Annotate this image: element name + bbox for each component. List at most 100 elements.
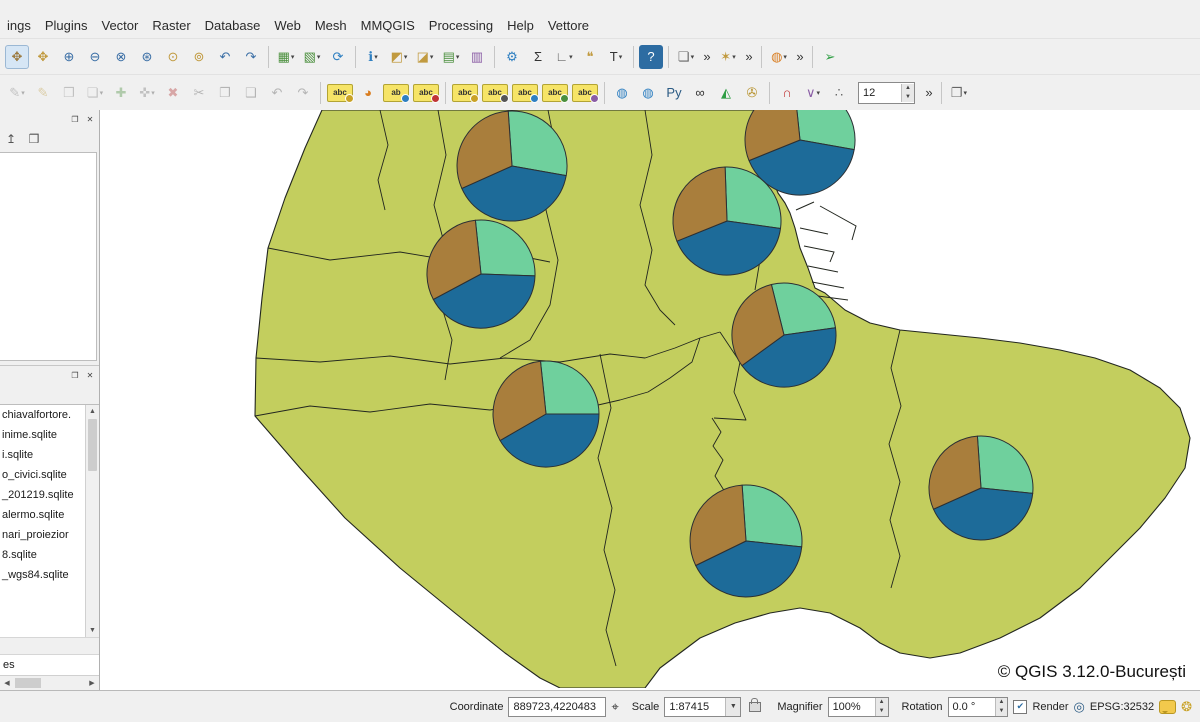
mmqgis-plugin-icon[interactable]: ◍▾ [767, 45, 791, 69]
undock-panel-icon[interactable]: ❐ [69, 369, 81, 381]
snapping-mode-icon[interactable]: ∨▾ [801, 81, 825, 105]
scroll-up-icon[interactable]: ▲ [86, 405, 99, 418]
plugin-wand-icon[interactable]: ✶▾ [716, 45, 740, 69]
labeling-rule-icon[interactable]: abc [413, 84, 439, 102]
topological-editing-icon[interactable]: ∴ [827, 81, 851, 105]
profile-tool-icon[interactable]: ◭ [714, 81, 738, 105]
zoom-to-layer-icon[interactable]: ⊚ [187, 45, 211, 69]
scrollbar-thumb[interactable] [15, 678, 41, 688]
copy-features-icon[interactable]: ❐ [213, 81, 237, 105]
map-canvas[interactable]: © QGIS 3.12.0-București [100, 110, 1200, 690]
zoom-to-selection-icon[interactable]: ⊙ [161, 45, 185, 69]
show-hidden-labels-icon[interactable]: abc [482, 84, 508, 102]
scrollbar-thumb[interactable] [88, 419, 97, 471]
close-panel-icon[interactable]: ✕ [84, 113, 96, 125]
chevron-down-icon[interactable]: ▾ [151, 89, 155, 97]
statistical-summary-icon[interactable]: Σ [526, 45, 550, 69]
crs-globe-icon[interactable]: ◎ [1074, 699, 1085, 715]
open-attribute-table-icon[interactable]: ▤▾ [439, 45, 463, 69]
spin-down-icon[interactable]: ▼ [876, 707, 888, 716]
field-calculator-icon[interactable]: ▥ [465, 45, 489, 69]
zoom-full-icon[interactable]: ⊛ [135, 45, 159, 69]
select-features-icon[interactable]: ◩▾ [387, 45, 411, 69]
toolbar-overflow-icon-3[interactable]: » [793, 45, 807, 69]
scroll-down-icon[interactable]: ▼ [86, 624, 99, 637]
copy-features-tool-icon[interactable]: ❏▾ [83, 81, 107, 105]
text-annotation-icon[interactable]: T▾ [604, 45, 628, 69]
chevron-down-icon[interactable]: ▾ [100, 89, 104, 97]
list-item[interactable]: chiavalfortore. [0, 405, 85, 425]
messages-icon[interactable] [1159, 700, 1176, 714]
identify-features-icon[interactable]: ℹ▾ [361, 45, 385, 69]
coordinate-input[interactable]: 889723,4220483 [508, 697, 606, 717]
deselect-features-icon[interactable]: ◪▾ [413, 45, 437, 69]
geonode-globe-icon[interactable]: ◍ [636, 81, 660, 105]
list-item[interactable]: _wgs84.sqlite [0, 565, 85, 585]
map-themes-icon[interactable]: ❏▾ [674, 45, 698, 69]
magnet-snapping-icon[interactable]: ∩ [775, 81, 799, 105]
processing-toolbox-icon[interactable]: ⚙ [500, 45, 524, 69]
chevron-down-icon[interactable]: ▾ [291, 53, 295, 61]
new-map-view-icon[interactable]: ▦▾ [274, 45, 298, 69]
snapping-tolerance-spin[interactable]: 12▲▼ [858, 82, 915, 104]
current-edits-icon[interactable]: ✎▾ [5, 81, 29, 105]
pan-map-icon[interactable]: ✥ [5, 45, 29, 69]
change-label-icon[interactable]: abc [572, 84, 598, 102]
rotate-label-icon[interactable]: abc [542, 84, 568, 102]
menu-item-vector[interactable]: Vector [95, 15, 146, 36]
chevron-down-icon[interactable]: ▾ [783, 53, 787, 61]
chevron-down-icon[interactable]: ▾ [374, 53, 378, 61]
refresh-map-icon[interactable]: ⟳ [326, 45, 350, 69]
redo-icon[interactable]: ↷ [291, 81, 315, 105]
chevron-down-icon[interactable]: ▾ [456, 53, 460, 61]
chevron-down-icon[interactable]: ▾ [619, 53, 623, 61]
menu-item-vettore[interactable]: Vettore [541, 15, 596, 36]
chevron-down-icon[interactable]: ▾ [317, 53, 321, 61]
chevron-down-icon[interactable]: ▾ [732, 53, 736, 61]
menu-item-raster[interactable]: Raster [145, 15, 197, 36]
chevron-down-icon[interactable]: ▾ [404, 53, 408, 61]
toolbar-overflow-icon-1[interactable]: » [700, 45, 714, 69]
spin-up-icon[interactable]: ▲ [876, 698, 888, 707]
paste-features-icon[interactable]: ❑ [239, 81, 263, 105]
undo-icon[interactable]: ↶ [265, 81, 289, 105]
cut-features-icon[interactable]: ✂ [187, 81, 211, 105]
toolbar2-overflow-icon[interactable]: » [922, 81, 936, 105]
new-3d-map-icon[interactable]: ▧▾ [300, 45, 324, 69]
toggle-editing-icon[interactable]: ✎ [31, 81, 55, 105]
pan-to-selection-icon[interactable]: ✥ [31, 45, 55, 69]
zoom-next-icon[interactable]: ↷ [239, 45, 263, 69]
zoom-out-icon[interactable]: ⊖ [83, 45, 107, 69]
list-item[interactable]: es [0, 654, 99, 675]
search-binoculars-icon[interactable]: ∞ [688, 81, 712, 105]
list-item[interactable]: alermo.sqlite [0, 505, 85, 525]
rotation-spin[interactable]: 0.0 ° ▲▼ [948, 697, 1009, 717]
render-checkbox[interactable]: ✔ [1013, 700, 1027, 714]
labeling-single-icon[interactable]: ab [383, 84, 409, 102]
spin-down-icon[interactable]: ▼ [996, 707, 1008, 716]
list-item[interactable]: _201219.sqlite [0, 485, 85, 505]
zoom-in-icon[interactable]: ⊕ [57, 45, 81, 69]
map-tips-icon[interactable]: ❝ [578, 45, 602, 69]
layout-copy-icon[interactable]: ❐▾ [947, 81, 971, 105]
chevron-down-icon[interactable]: ▾ [817, 89, 821, 97]
horizontal-scrollbar[interactable]: ◀ ▶ [0, 675, 99, 690]
measure-icon[interactable]: ∟▾ [552, 45, 576, 69]
toolbar-overflow-icon-2[interactable]: » [742, 45, 756, 69]
metasearch-globe-icon[interactable]: ◍ [610, 81, 634, 105]
layer-diagram-icon[interactable]: ◕ [356, 81, 380, 105]
chevron-down-icon[interactable]: ▾ [964, 89, 968, 97]
zoom-native-icon[interactable]: ⊗ [109, 45, 133, 69]
undock-panel-icon[interactable]: ❐ [69, 113, 81, 125]
chevron-down-icon[interactable]: ▾ [430, 53, 434, 61]
osm-search-icon[interactable]: ✇ [740, 81, 764, 105]
chevron-down-icon[interactable]: ▾ [569, 53, 573, 61]
pin-labels-icon[interactable]: abc [452, 84, 478, 102]
chevron-down-icon[interactable]: ▼ [725, 698, 740, 716]
menu-item-help[interactable]: Help [500, 15, 541, 36]
zoom-last-icon[interactable]: ↶ [213, 45, 237, 69]
panel-collapse-icon[interactable]: ↥ [2, 130, 20, 148]
scroll-left-icon[interactable]: ◀ [0, 676, 14, 690]
scroll-right-icon[interactable]: ▶ [85, 676, 99, 690]
menu-item-mmqgis[interactable]: MMQGIS [354, 15, 422, 36]
